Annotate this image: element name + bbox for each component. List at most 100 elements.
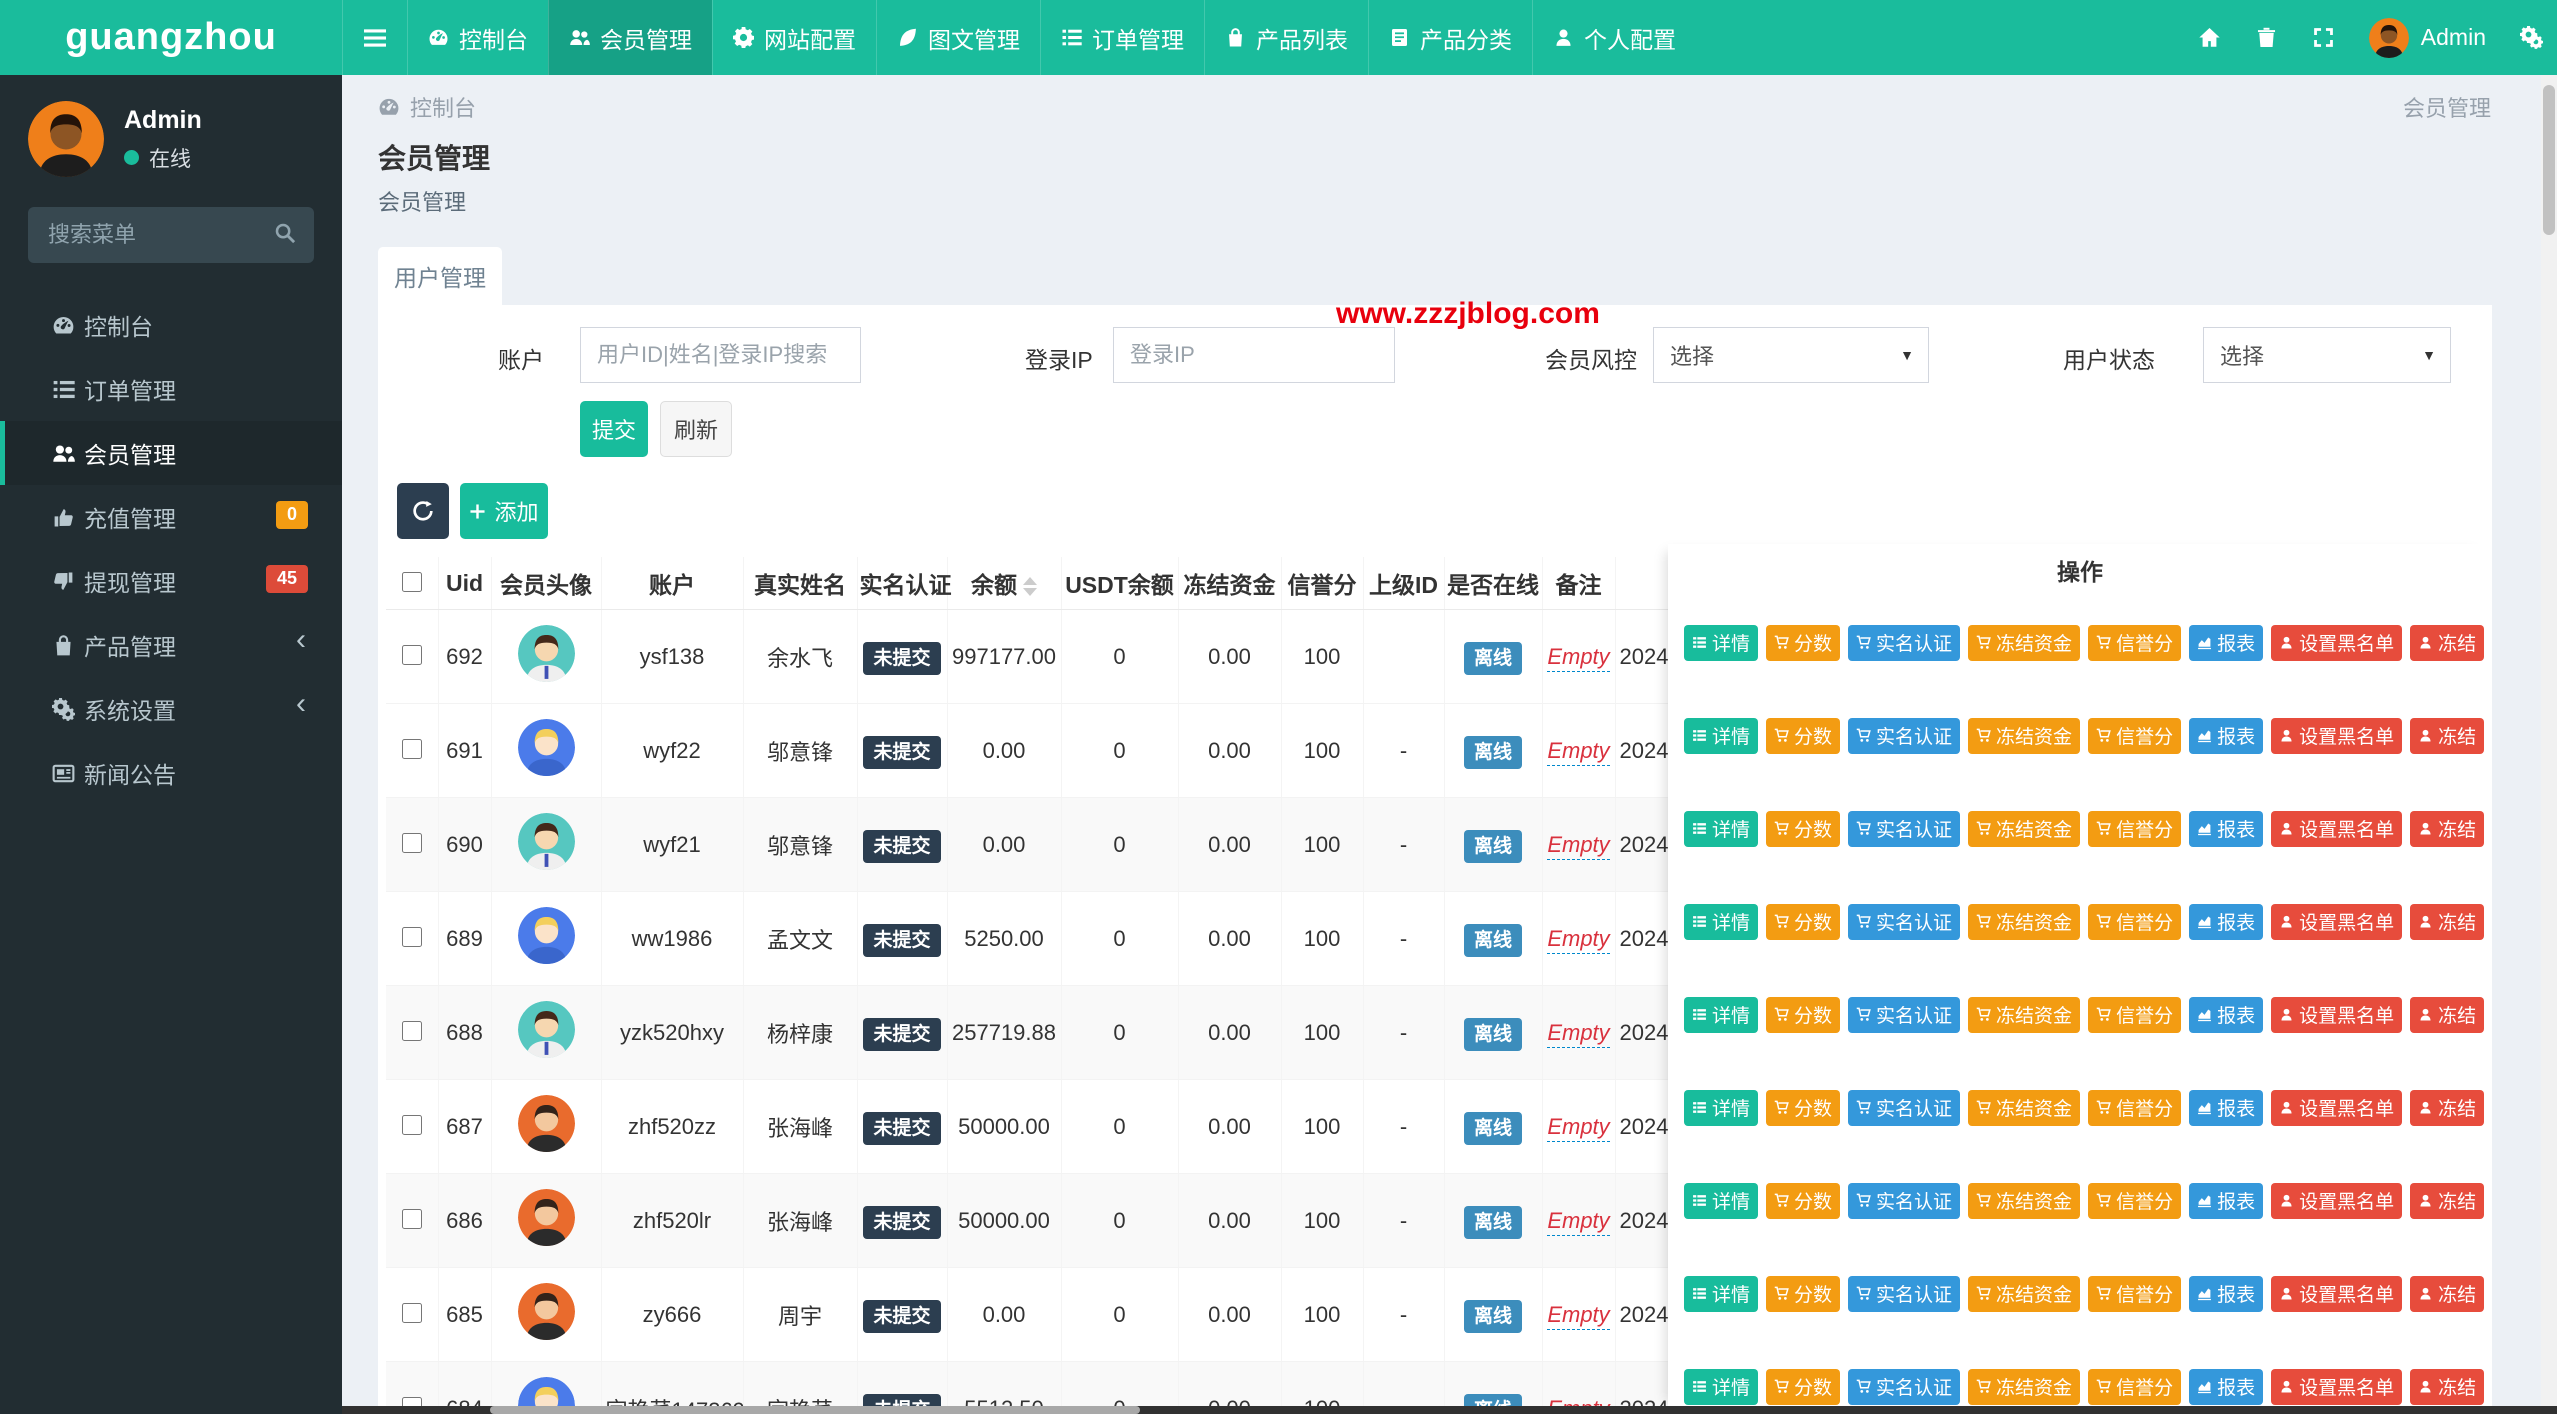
row-checkbox[interactable]	[402, 1021, 423, 1041]
set-blacklist-button[interactable]: 设置黑名单	[2271, 996, 2403, 1033]
report-button[interactable]: 报表	[2189, 1089, 2264, 1126]
remark-editable[interactable]: Empty	[1547, 1207, 1610, 1236]
details-button[interactable]: 详情	[1684, 1089, 1759, 1126]
horizontal-scrollbar[interactable]	[342, 1406, 2557, 1414]
freeze-button[interactable]: 冻结	[2410, 1089, 2485, 1126]
freeze-button[interactable]: 冻结	[2410, 1368, 2485, 1405]
realname-auth-button[interactable]: 实名认证	[1848, 903, 1961, 940]
freeze-funds-button[interactable]: 冻结资金	[1968, 1368, 2081, 1405]
freeze-funds-button[interactable]: 冻结资金	[1968, 996, 2081, 1033]
row-checkbox[interactable]	[402, 739, 423, 759]
freeze-button[interactable]: 冻结	[2410, 624, 2485, 661]
score-button[interactable]: 分数	[1766, 1182, 1841, 1219]
details-button[interactable]: 详情	[1684, 996, 1759, 1033]
freeze-button[interactable]: 冻结	[2410, 1275, 2485, 1312]
add-user-button[interactable]: 添加	[460, 483, 548, 539]
report-button[interactable]: 报表	[2189, 996, 2264, 1033]
select-all-checkbox[interactable]	[402, 571, 423, 592]
report-button[interactable]: 报表	[2189, 624, 2264, 661]
sidebar-item-recharge[interactable]: 充值管理 0	[0, 485, 342, 549]
col-header[interactable]: 余额	[947, 557, 1062, 610]
credit-score-button[interactable]: 信誉分	[2088, 996, 2182, 1033]
sidebar-toggle-button[interactable]	[342, 0, 407, 75]
report-button[interactable]: 报表	[2189, 810, 2264, 847]
credit-score-button[interactable]: 信誉分	[2088, 1368, 2182, 1405]
row-checkbox[interactable]	[402, 833, 423, 853]
remark-editable[interactable]: Empty	[1547, 1301, 1610, 1330]
breadcrumb-home[interactable]: 控制台	[410, 91, 476, 123]
details-button[interactable]: 详情	[1684, 1275, 1759, 1312]
details-button[interactable]: 详情	[1684, 1182, 1759, 1219]
submit-button[interactable]: 提交	[580, 401, 648, 457]
vertical-scrollbar[interactable]	[2541, 75, 2557, 1414]
credit-score-button[interactable]: 信誉分	[2088, 1182, 2182, 1219]
settings-gears-icon[interactable]	[2520, 26, 2543, 49]
sidebar-item-settings[interactable]: 系统设置 ‹	[0, 677, 342, 741]
reload-table-button[interactable]	[397, 483, 449, 539]
refresh-button[interactable]: 刷新	[660, 401, 732, 457]
credit-score-button[interactable]: 信誉分	[2088, 1275, 2182, 1312]
horizontal-scrollbar-thumb[interactable]	[490, 1406, 1140, 1414]
row-checkbox[interactable]	[402, 927, 423, 947]
score-button[interactable]: 分数	[1766, 1089, 1841, 1126]
score-button[interactable]: 分数	[1766, 810, 1841, 847]
nav-item-dashboard[interactable]: 控制台	[407, 0, 548, 75]
search-icon[interactable]	[274, 222, 296, 244]
freeze-funds-button[interactable]: 冻结资金	[1968, 624, 2081, 661]
remark-editable[interactable]: Empty	[1547, 737, 1610, 766]
details-button[interactable]: 详情	[1684, 624, 1759, 661]
set-blacklist-button[interactable]: 设置黑名单	[2271, 624, 2403, 661]
sort-icons[interactable]	[1023, 577, 1037, 597]
remark-editable[interactable]: Empty	[1547, 1019, 1610, 1048]
report-button[interactable]: 报表	[2189, 1368, 2264, 1405]
sidebar-item-news[interactable]: 新闻公告	[0, 741, 342, 805]
freeze-funds-button[interactable]: 冻结资金	[1968, 1089, 2081, 1126]
clear-cache-icon[interactable]	[2255, 26, 2278, 49]
report-button[interactable]: 报表	[2189, 1182, 2264, 1219]
brand-logo[interactable]: guangzhou	[0, 0, 342, 75]
nav-item-profile[interactable]: 个人配置	[1532, 0, 1696, 75]
set-blacklist-button[interactable]: 设置黑名单	[2271, 1089, 2403, 1126]
credit-score-button[interactable]: 信誉分	[2088, 624, 2182, 661]
sidebar-item-dashboard[interactable]: 控制台	[0, 293, 342, 357]
realname-auth-button[interactable]: 实名认证	[1848, 996, 1961, 1033]
login-ip-input[interactable]	[1113, 327, 1395, 383]
set-blacklist-button[interactable]: 设置黑名单	[2271, 1182, 2403, 1219]
nav-item-orders[interactable]: 订单管理	[1040, 0, 1204, 75]
freeze-funds-button[interactable]: 冻结资金	[1968, 1275, 2081, 1312]
freeze-button[interactable]: 冻结	[2410, 996, 2485, 1033]
sidebar-item-members[interactable]: 会员管理	[0, 421, 342, 485]
credit-score-button[interactable]: 信誉分	[2088, 903, 2182, 940]
freeze-button[interactable]: 冻结	[2410, 810, 2485, 847]
freeze-button[interactable]: 冻结	[2410, 1182, 2485, 1219]
realname-auth-button[interactable]: 实名认证	[1848, 1089, 1961, 1126]
details-button[interactable]: 详情	[1684, 717, 1759, 754]
nav-item-content[interactable]: 图文管理	[876, 0, 1040, 75]
score-button[interactable]: 分数	[1766, 996, 1841, 1033]
remark-editable[interactable]: Empty	[1547, 925, 1610, 954]
fullscreen-icon[interactable]	[2312, 26, 2335, 49]
realname-auth-button[interactable]: 实名认证	[1848, 1275, 1961, 1312]
remark-editable[interactable]: Empty	[1547, 1113, 1610, 1142]
remark-editable[interactable]: Empty	[1547, 643, 1610, 672]
credit-score-button[interactable]: 信誉分	[2088, 810, 2182, 847]
freeze-button[interactable]: 冻结	[2410, 717, 2485, 754]
row-checkbox[interactable]	[402, 1115, 423, 1135]
set-blacklist-button[interactable]: 设置黑名单	[2271, 717, 2403, 754]
nav-item-site-config[interactable]: 网站配置	[712, 0, 876, 75]
details-button[interactable]: 详情	[1684, 903, 1759, 940]
score-button[interactable]: 分数	[1766, 1368, 1841, 1405]
realname-auth-button[interactable]: 实名认证	[1848, 1368, 1961, 1405]
user-status-select[interactable]: 选择 ▼	[2203, 327, 2451, 383]
set-blacklist-button[interactable]: 设置黑名单	[2271, 1368, 2403, 1405]
row-checkbox[interactable]	[402, 645, 423, 665]
nav-item-product-list[interactable]: 产品列表	[1204, 0, 1368, 75]
score-button[interactable]: 分数	[1766, 717, 1841, 754]
freeze-button[interactable]: 冻结	[2410, 903, 2485, 940]
freeze-funds-button[interactable]: 冻结资金	[1968, 1182, 2081, 1219]
realname-auth-button[interactable]: 实名认证	[1848, 624, 1961, 661]
tab-user-management[interactable]: 用户管理	[378, 247, 502, 305]
nav-item-members[interactable]: 会员管理	[548, 0, 712, 75]
row-checkbox[interactable]	[402, 1209, 423, 1229]
score-button[interactable]: 分数	[1766, 903, 1841, 940]
